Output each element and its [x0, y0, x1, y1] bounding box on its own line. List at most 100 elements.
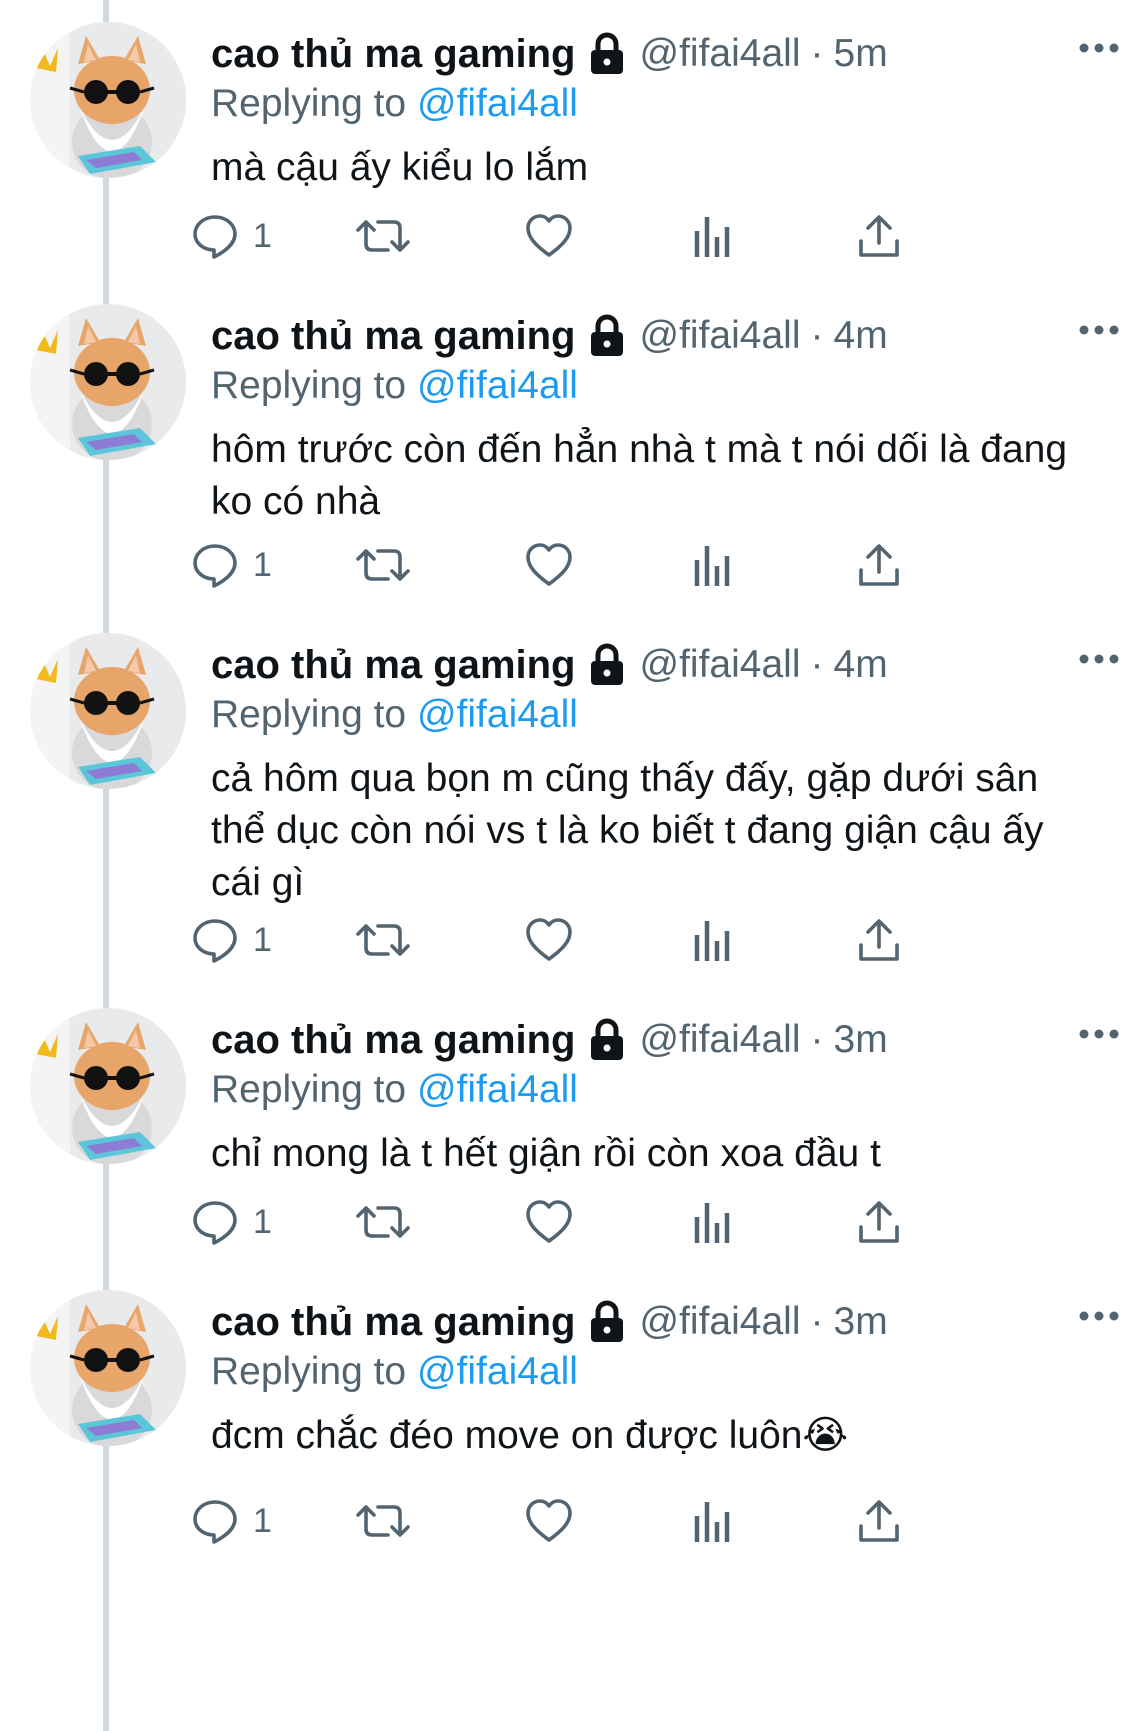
display-name[interactable]: cao thủ ma gaming [211, 32, 576, 77]
retweet-icon [356, 924, 410, 956]
replying-to-label: Replying to [211, 364, 407, 407]
share-icon [859, 544, 899, 586]
avatar-image [30, 1008, 186, 1164]
like-button[interactable] [525, 206, 573, 266]
like-button[interactable] [525, 535, 573, 595]
heart-icon [526, 1200, 572, 1243]
views-icon [694, 921, 730, 961]
reply-button[interactable]: 1 [191, 910, 272, 970]
views-button[interactable] [693, 535, 733, 595]
reply-count: 1 [253, 1501, 272, 1540]
display-name[interactable]: cao thủ ma gaming [211, 1300, 576, 1345]
retweet-button[interactable] [356, 910, 410, 970]
avatar[interactable] [30, 1008, 186, 1164]
display-name[interactable]: cao thủ ma gaming [211, 643, 576, 688]
share-button[interactable] [857, 535, 901, 595]
reply-count: 1 [253, 1202, 272, 1241]
retweet-button[interactable] [356, 1491, 410, 1551]
share-icon [859, 919, 899, 961]
tweet-header: cao thủ ma gaming @fifai4all · 5m [211, 28, 1091, 80]
tweet-header: cao thủ ma gaming @fifai4all · 4m [211, 310, 1091, 362]
like-button[interactable] [525, 1491, 573, 1551]
avatar[interactable] [30, 633, 186, 789]
timestamp[interactable]: 4m [834, 314, 888, 358]
username-handle[interactable]: @fifai4all [640, 1018, 801, 1062]
username-handle[interactable]: @fifai4all [640, 314, 801, 358]
reply-icon [193, 1201, 237, 1245]
separator-dot: · [810, 314, 824, 357]
share-button[interactable] [857, 1192, 901, 1252]
tweet-text: chỉ mong là t hết giận rồi còn xoa đầu t [211, 1132, 881, 1175]
retweet-button[interactable] [356, 535, 410, 595]
timestamp[interactable]: 4m [834, 643, 888, 687]
replying-to-mention[interactable]: @fifai4all [417, 1068, 578, 1111]
thread-connector-line [103, 0, 109, 1731]
share-icon [859, 215, 899, 257]
avatar[interactable] [30, 22, 186, 178]
reply-button[interactable]: 1 [191, 535, 272, 595]
views-icon [694, 546, 730, 586]
tweet-text: hôm trước còn đến hẳn nhà t mà t nói dối… [211, 428, 1068, 523]
share-icon [859, 1500, 899, 1542]
username-handle[interactable]: @fifai4all [640, 1300, 801, 1344]
replying-to-mention[interactable]: @fifai4all [417, 364, 578, 407]
display-name[interactable]: cao thủ ma gaming [211, 314, 576, 359]
replying-to-mention[interactable]: @fifai4all [417, 82, 578, 125]
timestamp[interactable]: 3m [834, 1300, 888, 1344]
username-handle[interactable]: @fifai4all [640, 32, 801, 76]
tweet-content: cao thủ ma gaming @fifai4all · 4m Replyi… [211, 639, 1119, 909]
tweet-content: cao thủ ma gaming @fifai4all · 3m Replyi… [211, 1296, 1119, 1462]
tweet-header: cao thủ ma gaming @fifai4all · 3m [211, 1296, 1091, 1348]
replying-to-mention[interactable]: @fifai4all [417, 1350, 578, 1393]
more-icon[interactable] [1077, 645, 1121, 673]
tweet-actions: 1 [193, 1192, 1011, 1252]
retweet-button[interactable] [356, 1192, 410, 1252]
like-button[interactable] [525, 910, 573, 970]
avatar[interactable] [30, 304, 186, 460]
replying-to-mention[interactable]: @fifai4all [417, 693, 578, 736]
avatar[interactable] [30, 1290, 186, 1446]
lock-icon [588, 32, 626, 76]
more-icon[interactable] [1077, 34, 1121, 62]
lock-icon [588, 1300, 626, 1344]
views-button[interactable] [693, 910, 733, 970]
reply-button[interactable]: 1 [191, 206, 272, 266]
username-handle[interactable]: @fifai4all [640, 643, 801, 687]
avatar-image [30, 633, 186, 789]
more-icon[interactable] [1077, 316, 1121, 344]
tweet-actions: 1 [193, 535, 1011, 595]
views-button[interactable] [693, 1192, 733, 1252]
views-button[interactable] [693, 1491, 733, 1551]
lock-icon [588, 1018, 626, 1062]
views-icon [694, 1502, 730, 1542]
more-icon[interactable] [1077, 1302, 1121, 1330]
tweet-actions: 1 [193, 1491, 1011, 1551]
replying-to: Replying to @fifai4all [211, 1066, 1091, 1114]
tweet-actions: 1 [193, 206, 1011, 266]
replying-to-label: Replying to [211, 693, 407, 736]
more-icon[interactable] [1077, 1020, 1121, 1048]
timestamp[interactable]: 3m [834, 1018, 888, 1062]
like-button[interactable] [525, 1192, 573, 1252]
timestamp[interactable]: 5m [834, 32, 888, 76]
share-button[interactable] [857, 1491, 901, 1551]
separator-dot: · [810, 1300, 824, 1343]
reply-count: 1 [253, 216, 272, 255]
reply-button[interactable]: 1 [191, 1192, 272, 1252]
views-button[interactable] [693, 206, 733, 266]
avatar-image [30, 22, 186, 178]
replying-to-label: Replying to [211, 1068, 407, 1111]
reply-count: 1 [253, 545, 272, 584]
reply-button[interactable]: 1 [191, 1491, 272, 1551]
display-name[interactable]: cao thủ ma gaming [211, 1018, 576, 1063]
share-icon [859, 1201, 899, 1243]
thread-view: cao thủ ma gaming @fifai4all · 5m Replyi… [0, 0, 1125, 1731]
share-button[interactable] [857, 206, 901, 266]
retweet-button[interactable] [356, 206, 410, 266]
tweet-content: cao thủ ma gaming @fifai4all · 5m Replyi… [211, 28, 1119, 194]
retweet-icon [356, 220, 410, 252]
avatar-image [30, 304, 186, 460]
reply-icon [193, 919, 237, 963]
share-button[interactable] [857, 910, 901, 970]
lock-icon [588, 314, 626, 358]
